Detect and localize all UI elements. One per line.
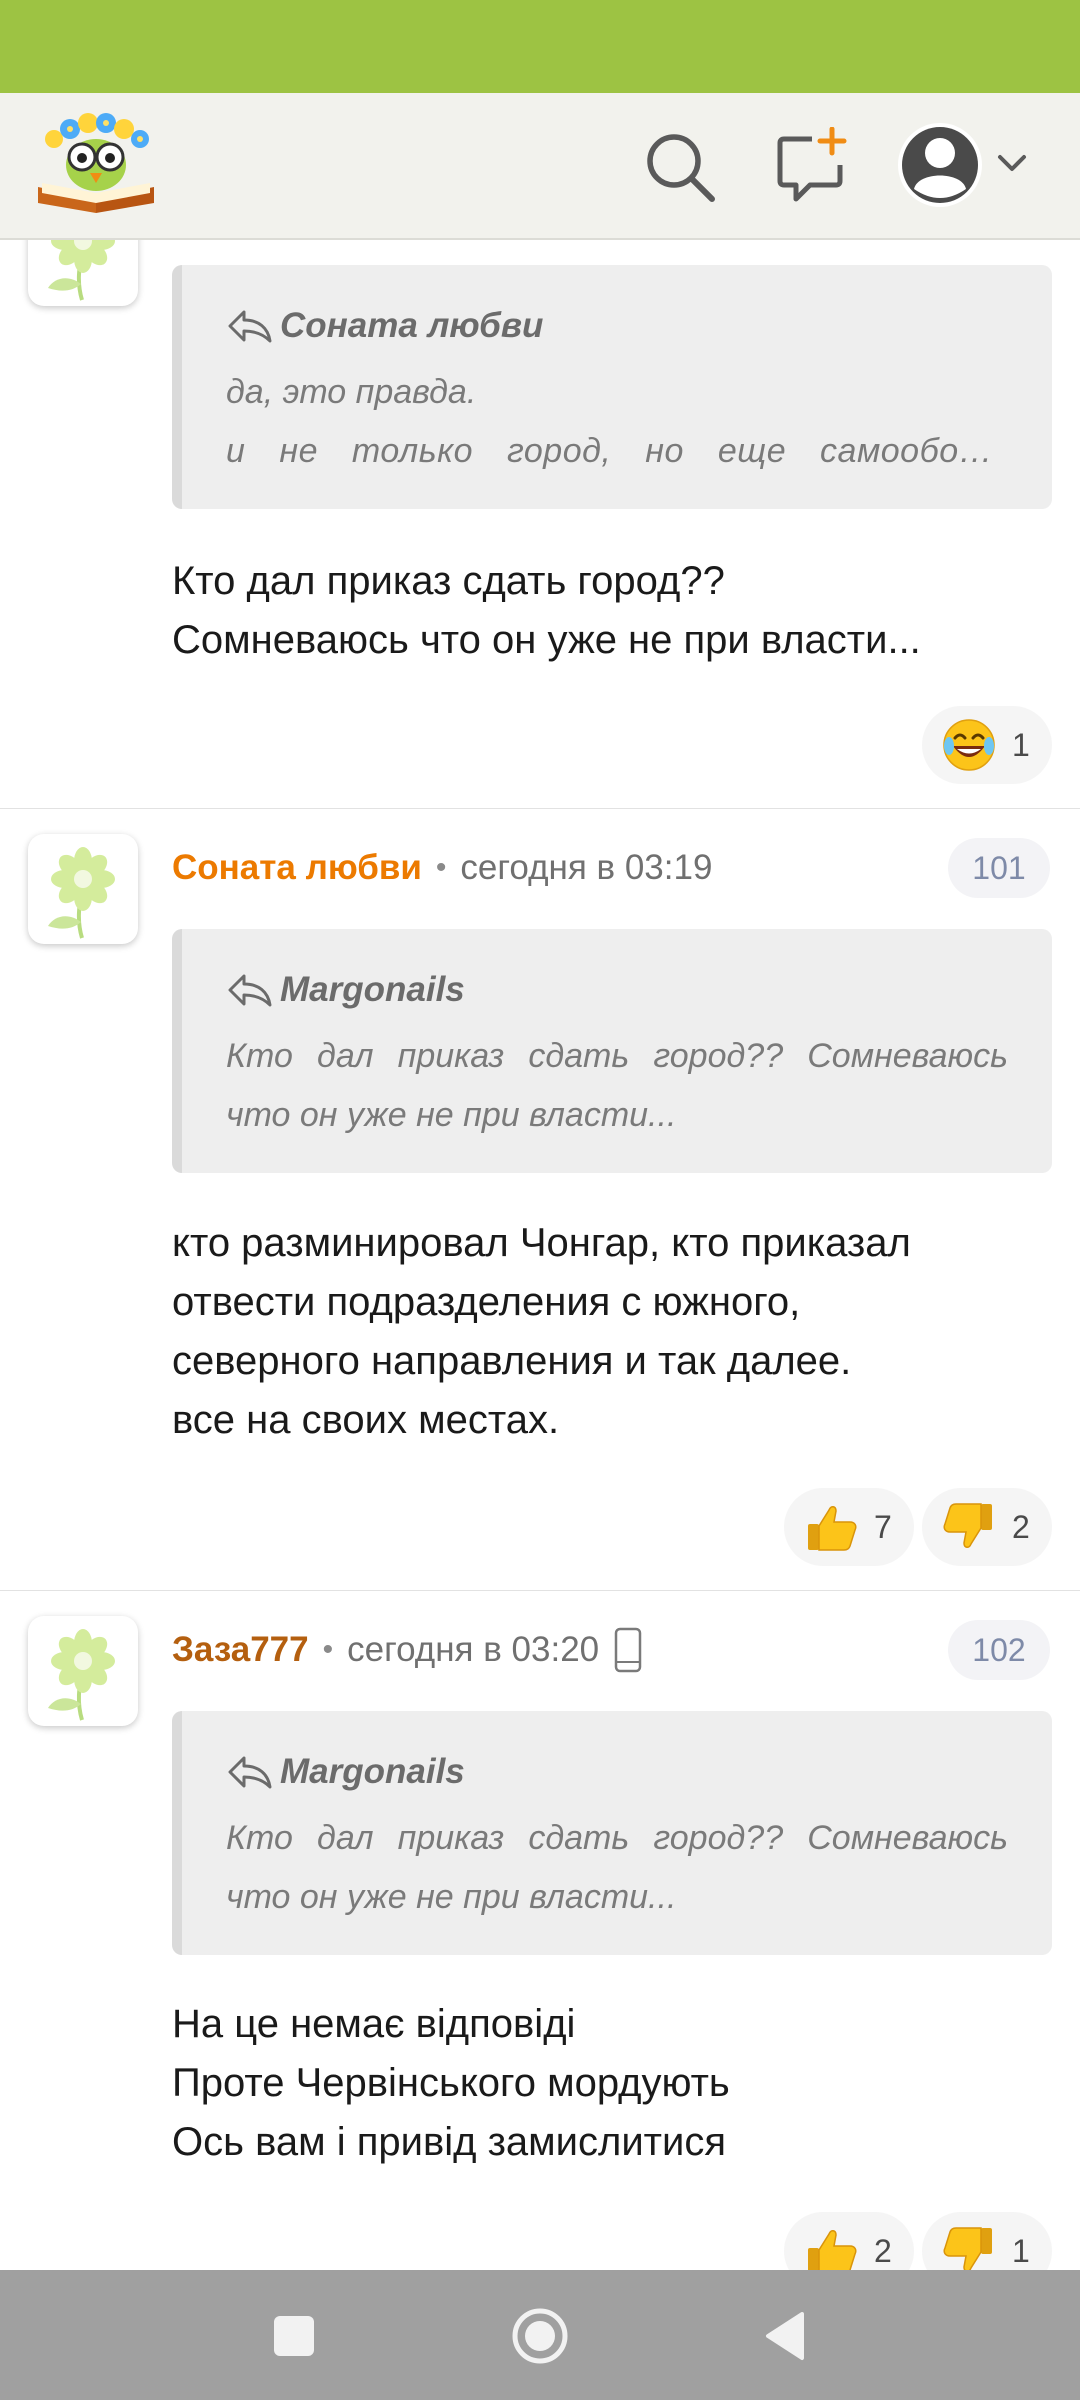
- quote-author: Margonails: [280, 970, 465, 1009]
- thumbs-down-icon: [940, 1498, 998, 1556]
- comment-body: кто разминировал Чонгар, кто приказал от…: [172, 1214, 1052, 1450]
- comment-line: Проте Червінського мордують: [172, 2061, 730, 2105]
- comments-feed: Соната любви да, это правда. и не только…: [0, 240, 1080, 2270]
- quote-author: Соната любви: [280, 306, 544, 345]
- dislike-count: 1: [1012, 2232, 1030, 2269]
- reply-arrow-icon: [226, 1754, 274, 1790]
- flower-avatar-icon: [28, 1616, 138, 1726]
- comment-line: все на своих местах.: [172, 1398, 560, 1442]
- quoted-reply[interactable]: Margonails Кто дал приказ сдать город?? …: [172, 1711, 1052, 1955]
- quote-header: Margonails: [226, 967, 1008, 1013]
- comment-line: кто разминировал Чонгар, кто приказал: [172, 1221, 911, 1265]
- quote-text: Кто дал приказ сдать город?? Сомневаюсь …: [226, 1819, 1008, 1916]
- quote-text: Кто дал приказ сдать город?? Сомневаюсь …: [226, 1037, 1008, 1134]
- comment-meta: Соната любви • сегодня в 03:19: [172, 838, 712, 898]
- comment-meta: Заза777 • сегодня в 03:20: [172, 1620, 643, 1680]
- comment-line: Кто дал приказ сдать город??: [172, 559, 725, 603]
- comment-body: На це немає відповіді Проте Червінського…: [172, 1995, 1052, 2172]
- dislike-button[interactable]: 2: [922, 1488, 1052, 1566]
- thumbs-up-icon: [802, 1498, 860, 1556]
- comment-line: отвести подразделения с южного,: [172, 1280, 801, 1324]
- like-button[interactable]: 2: [784, 2212, 914, 2270]
- chevron-down-icon: [998, 155, 1026, 171]
- comment-line: Сомневаюсь что он уже не при власти...: [172, 618, 921, 662]
- quote-text: да, это правда. и не только город, но ещ…: [226, 363, 1008, 481]
- app-header: [0, 93, 1080, 240]
- reply-arrow-icon: [226, 308, 274, 344]
- dislike-button[interactable]: 1: [922, 2212, 1052, 2270]
- user-avatar-icon: [898, 123, 1026, 207]
- flower-avatar-icon: [28, 834, 138, 944]
- avatar[interactable]: [28, 1616, 138, 1726]
- flower-avatar-icon: [28, 240, 138, 306]
- like-button[interactable]: 7: [784, 1488, 914, 1566]
- comment-time: сегодня в 03:20: [347, 1630, 600, 1669]
- dislike-count: 2: [1012, 1508, 1030, 1545]
- status-bar: [0, 0, 1080, 93]
- comment-number-badge[interactable]: 102: [948, 1620, 1050, 1680]
- quote-author: Margonails: [280, 1752, 465, 1791]
- laughing-emoji-icon: [940, 716, 998, 774]
- site-logo[interactable]: [34, 107, 158, 217]
- quote-header: Соната любви: [226, 303, 1008, 349]
- profile-menu-button[interactable]: [896, 115, 1036, 215]
- like-count: 7: [874, 1508, 892, 1545]
- meta-separator: •: [435, 851, 447, 884]
- quote-header: Margonails: [226, 1749, 1008, 1795]
- new-post-icon[interactable]: [772, 126, 852, 207]
- avatar[interactable]: [28, 834, 138, 944]
- avatar[interactable]: [28, 240, 138, 306]
- quote-line: и не только город, но еще самооборо...: [226, 432, 1008, 470]
- thumbs-up-icon: [802, 2222, 860, 2270]
- comment-line: На це немає відповіді: [172, 2002, 576, 2046]
- reaction-count: 1: [1012, 726, 1030, 763]
- comment-divider: [0, 1590, 1080, 1591]
- comment-time: сегодня в 03:19: [460, 848, 713, 887]
- thumbs-down-icon: [940, 2222, 998, 2270]
- author-name[interactable]: Соната любви: [172, 848, 422, 888]
- mobile-device-icon: [614, 1627, 642, 1673]
- quote-line: да, это правда.: [226, 373, 477, 411]
- reaction-laugh-button[interactable]: 1: [922, 706, 1052, 784]
- comment-line: Ось вам і привід замислитися: [172, 2120, 727, 2164]
- quoted-reply[interactable]: Margonails Кто дал приказ сдать город?? …: [172, 929, 1052, 1173]
- like-count: 2: [874, 2232, 892, 2269]
- comment-divider: [0, 808, 1080, 809]
- system-navigation-bar: [0, 2270, 1080, 2400]
- recent-apps-icon[interactable]: [272, 2314, 316, 2358]
- reply-arrow-icon: [226, 972, 274, 1008]
- search-icon[interactable]: [640, 127, 720, 207]
- comment-line: северного направления и так далее.: [172, 1339, 852, 1383]
- site-logo-owl-book: [38, 113, 154, 213]
- back-icon[interactable]: [762, 2310, 806, 2362]
- comment-number-badge[interactable]: 101: [948, 838, 1050, 898]
- quoted-reply[interactable]: Соната любви да, это правда. и не только…: [172, 265, 1052, 509]
- home-icon[interactable]: [510, 2306, 570, 2366]
- comment-body: Кто дал приказ сдать город?? Сомневаюсь …: [172, 552, 1052, 670]
- meta-separator: •: [322, 1633, 334, 1666]
- author-name[interactable]: Заза777: [172, 1630, 309, 1670]
